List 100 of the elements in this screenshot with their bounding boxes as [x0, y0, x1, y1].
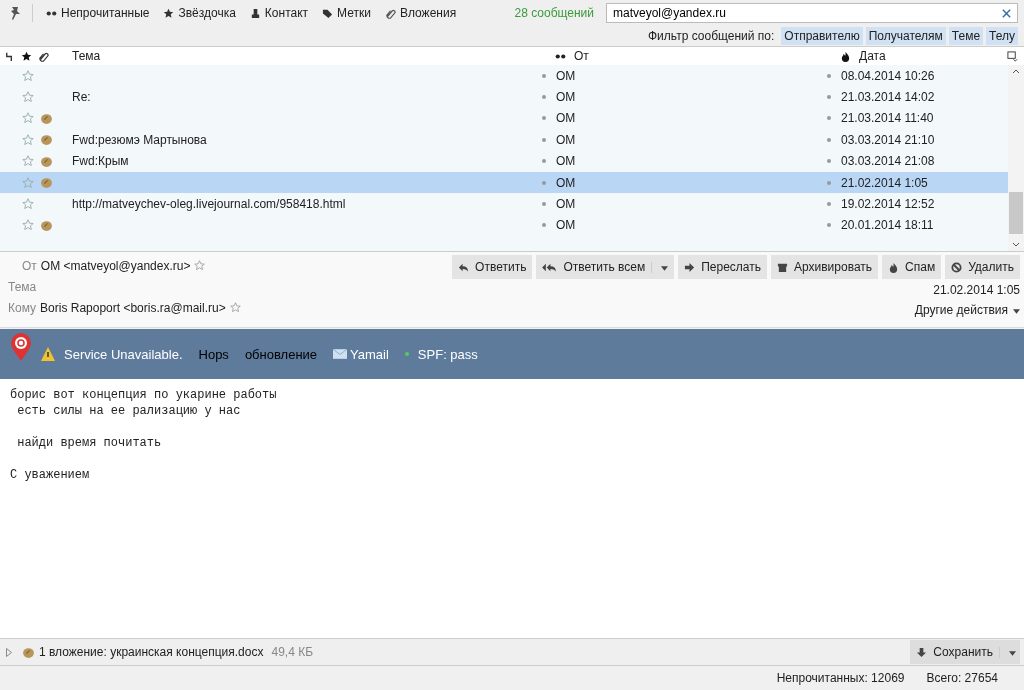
save-button[interactable]: Сохранить — [910, 640, 1020, 664]
more-actions-button[interactable]: Другие действия — [914, 301, 1020, 319]
column-header[interactable]: От — [574, 49, 589, 63]
star-icon[interactable] — [22, 91, 34, 104]
message-row[interactable]: Re: OM 21.03.2014 14:02 — [0, 86, 1008, 108]
message-row[interactable]: OM 21.02.2014 1:05 — [0, 171, 1008, 194]
action-button[interactable]: Ответить всем — [536, 255, 675, 279]
sender-text: OM — [556, 218, 576, 233]
date-text: 21.02.2014 1:05 — [841, 175, 928, 190]
star-icon[interactable] — [229, 302, 241, 313]
mailer-text: Yamail — [350, 346, 389, 362]
quick-filter-button[interactable]: Вложения — [379, 6, 462, 20]
message-body: борис вот концепция по укарине работы есть силы на ее рализацию у нас найди время почитать С уважением — [10, 387, 277, 483]
total-count: Всего: 27654 — [926, 671, 998, 685]
filter-toggle[interactable]: Отправителю — [781, 27, 863, 45]
action-button[interactable]: Архивировать — [771, 255, 879, 279]
arrow-right-icon — [684, 261, 696, 273]
scroll-up-icon[interactable] — [1012, 69, 1020, 74]
date-text: 03.03.2014 21:08 — [841, 154, 935, 169]
subject-text: Re: — [72, 90, 91, 105]
date-text: 21.03.2014 11:40 — [841, 111, 934, 126]
message-row[interactable]: Fwd:резюмэ Мартынова OM 03.03.2014 21:10 — [0, 129, 1008, 151]
message-date: 21.02.2014 1:05 — [933, 283, 1020, 299]
action-button[interactable]: Спам — [882, 255, 942, 279]
quick-filter-button[interactable]: Непрочитанные — [41, 6, 155, 20]
star-icon[interactable] — [22, 112, 34, 125]
sender-text: OM — [556, 111, 576, 126]
flame-icon[interactable] — [840, 50, 851, 62]
paperclip-icon — [384, 7, 396, 19]
column-header[interactable]: Дата — [859, 49, 886, 63]
filter-toggle[interactable]: Телу — [986, 27, 1018, 45]
action-button[interactable]: Переслать — [678, 255, 767, 279]
caret-icon[interactable] — [1009, 650, 1016, 656]
download-icon — [916, 646, 928, 658]
caret-icon[interactable] — [1013, 309, 1020, 314]
message-row[interactable]: OM 08.04.2014 10:26 — [0, 65, 1008, 87]
attachment-icon — [22, 645, 35, 659]
recipient-address[interactable]: Boris Rapoport <boris.ra@mail.ru> — [40, 300, 226, 315]
quick-filter-button[interactable]: Звёздочка — [158, 6, 241, 20]
sender-text: OM — [556, 132, 576, 147]
date-text: 21.03.2014 14:02 — [841, 90, 935, 105]
star-icon[interactable] — [194, 260, 206, 271]
message-row[interactable]: http://matveychev-oleg.livejournal.com/958418.html OM 19.02.2014 12:52 — [0, 193, 1008, 215]
scroll-thumb[interactable] — [1009, 192, 1023, 234]
subject-text: http://matveychev-oleg.livejournal.com/958418.html — [72, 197, 346, 212]
sender-address[interactable]: OM <matveyol@yandex.ru> — [40, 258, 191, 273]
filter-label: Фильтр сообщений по: — [648, 29, 775, 43]
star-icon[interactable] — [22, 69, 34, 82]
star-icon[interactable] — [22, 133, 34, 146]
unread-count: Непрочитанных: 12069 — [776, 671, 905, 685]
field-label: Кому — [8, 300, 37, 315]
flame-icon — [888, 261, 900, 273]
message-row[interactable]: Fwd:Крым OM 03.03.2014 21:08 — [0, 150, 1008, 172]
field-label: Тема — [8, 279, 37, 294]
filter-toggle[interactable]: Получателям — [865, 27, 946, 45]
person-icon — [249, 7, 261, 19]
caret-icon[interactable] — [661, 265, 669, 271]
column-picker-icon[interactable] — [1007, 51, 1018, 62]
action-button[interactable]: Ответить — [452, 255, 533, 279]
star-icon[interactable] — [22, 176, 34, 189]
star-column-icon[interactable] — [21, 50, 32, 62]
quick-filter-button[interactable]: Метки — [317, 6, 376, 20]
warning-text: Service Unavailable. — [64, 346, 183, 362]
attachment-summary[interactable]: 1 вложение: украинская концепция.docx — [39, 645, 264, 659]
star-icon — [163, 7, 175, 19]
filter-toggle[interactable]: Теме — [948, 27, 984, 45]
sender-text: OM — [556, 90, 576, 105]
sender-text: OM — [556, 175, 576, 190]
sender-text: OM — [556, 68, 576, 83]
subject-text: Fwd:резюмэ Мартынова — [72, 132, 207, 147]
field-label: От — [22, 258, 37, 273]
message-row[interactable]: OM 21.03.2014 11:40 — [0, 107, 1008, 130]
archive-box-icon — [777, 261, 788, 273]
date-text: 03.03.2014 21:10 — [841, 132, 935, 147]
expand-icon[interactable] — [6, 647, 12, 657]
map-pin-icon[interactable] — [10, 332, 32, 362]
scrollbar[interactable] — [1008, 65, 1024, 251]
message-count: 28 сообщений — [514, 6, 594, 20]
update-link[interactable]: обновление — [244, 346, 318, 362]
tag-icon — [322, 7, 334, 19]
thread-icon[interactable] — [4, 50, 15, 62]
action-button[interactable]: Удалить — [945, 255, 1020, 279]
subject-text: Fwd:Крым — [72, 154, 129, 169]
attachment-column-icon[interactable] — [38, 50, 49, 62]
search-field[interactable]: matveyol@yandex.ru — [606, 3, 1018, 23]
star-icon[interactable] — [22, 155, 34, 168]
reply-icon — [458, 261, 470, 273]
clear-icon[interactable] — [1001, 8, 1012, 19]
reply-all-icon — [542, 261, 558, 273]
quick-filter-button[interactable]: Контакт — [244, 6, 314, 20]
date-text: 08.04.2014 10:26 — [841, 68, 935, 83]
attachment-size: 49,4 КБ — [271, 645, 314, 659]
star-icon[interactable] — [22, 219, 34, 232]
star-icon[interactable] — [22, 198, 34, 211]
message-row[interactable]: OM 20.01.2014 18:11 — [0, 214, 1008, 237]
column-header[interactable]: Тема — [72, 49, 555, 63]
sender-text: OM — [556, 197, 576, 212]
spf-text: SPF: pass — [417, 346, 478, 362]
hops-link[interactable]: Hops — [198, 346, 229, 362]
scroll-down-icon[interactable] — [1012, 242, 1020, 247]
